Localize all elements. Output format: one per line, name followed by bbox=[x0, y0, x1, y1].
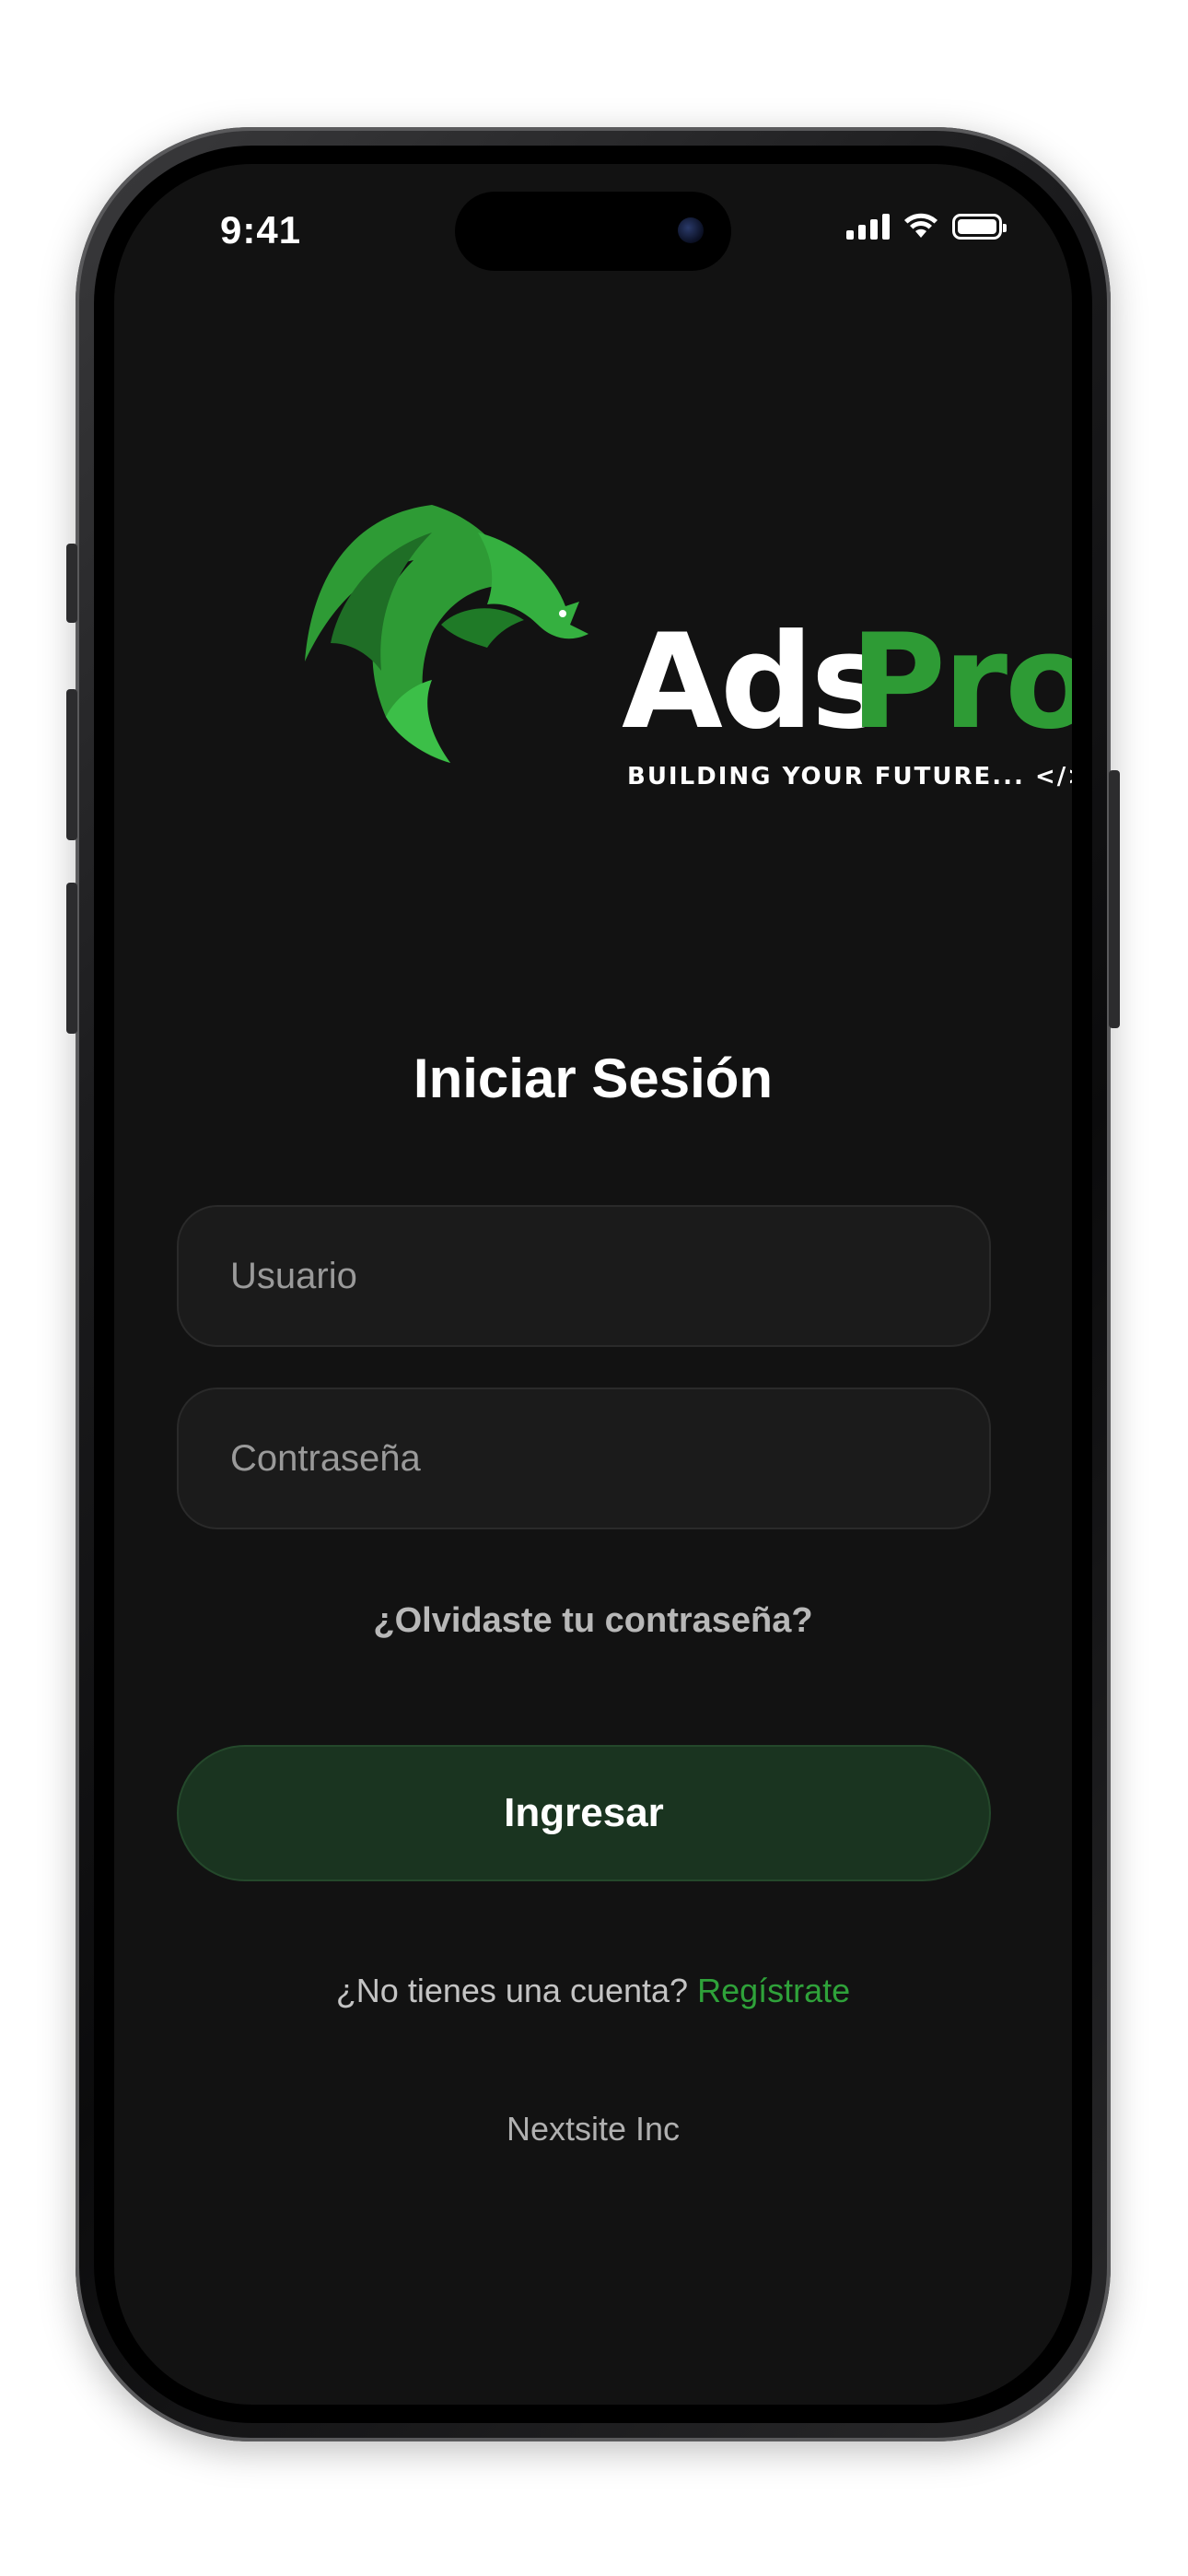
password-input[interactable] bbox=[179, 1389, 989, 1528]
forgot-password-link[interactable]: ¿Olvidaste tu contraseña? bbox=[114, 1601, 1072, 1641]
volume-up-button bbox=[66, 689, 77, 840]
action-button bbox=[66, 544, 77, 623]
register-row: ¿No tienes una cuenta? Regístrate bbox=[114, 1972, 1072, 2010]
logo-word-ads: Ads bbox=[622, 606, 889, 758]
logo-tagline: BUILDING YOUR FUTURE... </> bbox=[627, 763, 1072, 790]
dynamic-island bbox=[455, 192, 731, 271]
app-screen: 9:41 Ads Pro BUILDING YOUR FUTURE... </> bbox=[114, 164, 1072, 2405]
cellular-signal-icon bbox=[846, 212, 890, 240]
company-footer: Nextsite Inc bbox=[506, 2110, 681, 2148]
register-prompt: ¿No tienes una cuenta? bbox=[335, 1972, 689, 2009]
login-button[interactable]: Ingresar bbox=[177, 1745, 991, 1881]
power-button bbox=[1109, 770, 1120, 1028]
username-input[interactable] bbox=[179, 1207, 989, 1345]
dragon-emblem-icon bbox=[305, 505, 588, 763]
adspro-logo: Ads Pro BUILDING YOUR FUTURE... </> bbox=[294, 496, 1072, 790]
register-link[interactable]: Regístrate bbox=[697, 1972, 850, 2009]
volume-down-button bbox=[66, 883, 77, 1034]
password-field[interactable] bbox=[177, 1388, 991, 1529]
status-icons bbox=[846, 212, 1007, 240]
login-title: Iniciar Sesión bbox=[413, 1048, 774, 1109]
status-time: 9:41 bbox=[220, 208, 302, 252]
username-field[interactable] bbox=[177, 1205, 991, 1347]
battery-icon bbox=[952, 214, 1007, 240]
logo-word-pro: Pro bbox=[850, 606, 1072, 758]
front-camera-icon bbox=[678, 217, 704, 243]
wifi-icon bbox=[904, 213, 938, 238]
